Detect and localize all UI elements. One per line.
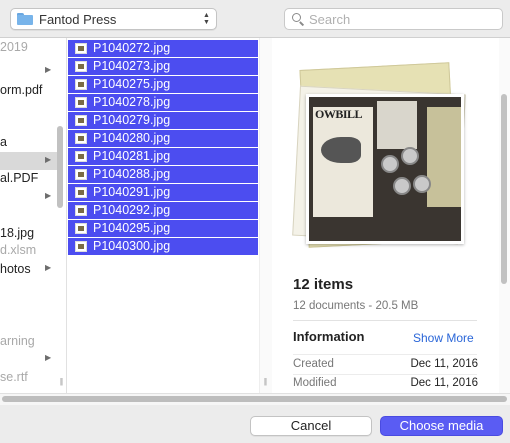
selection-summary: 12 documents - 20.5 MB: [293, 300, 419, 312]
selection-count: 12 items: [293, 276, 354, 293]
file-name: P1040279.jpg: [93, 113, 171, 127]
file-name: P1040291.jpg: [93, 185, 171, 199]
parent-column-item[interactable]: d.xlsm: [0, 241, 54, 259]
cancel-button[interactable]: Cancel: [250, 416, 372, 436]
file-name: P1040273.jpg: [93, 59, 171, 73]
chevron-right-icon: ▶: [45, 191, 52, 200]
file-row[interactable]: P1040291.jpg: [68, 184, 258, 201]
file-name: P1040292.jpg: [93, 203, 171, 217]
parent-column-item-label: d.xlsm: [0, 243, 37, 257]
file-name: P1040281.jpg: [93, 149, 171, 163]
file-row[interactable]: P1040280.jpg: [68, 130, 258, 147]
files-column-scrollbar[interactable]: [259, 38, 272, 393]
horizontal-scroll-thumb[interactable]: [2, 396, 507, 402]
parent-column-item[interactable]: arning: [0, 332, 54, 350]
location-popup[interactable]: Fantod Press ▲ ▼: [10, 8, 217, 30]
information-heading: Information: [293, 329, 365, 344]
parent-column-item-label: hotos: [0, 262, 31, 276]
chevron-right-icon: ▶: [45, 263, 52, 272]
file-name: P1040288.jpg: [93, 167, 171, 181]
chevron-right-icon: ▶: [45, 155, 52, 164]
file-row[interactable]: P1040275.jpg: [68, 76, 258, 93]
parent-column-item[interactable]: al.PDF: [0, 169, 54, 187]
file-row[interactable]: P1040300.jpg: [68, 238, 258, 255]
modified-value: Dec 11, 2016: [410, 377, 478, 389]
preview-photo-front: OWBILL: [306, 94, 464, 244]
parent-column-item-label: se.rtf: [0, 370, 28, 384]
parent-column-item-label: 2019: [0, 40, 28, 54]
created-value: Dec 11, 2016: [410, 358, 478, 370]
image-file-icon: [75, 151, 87, 162]
parent-column-item[interactable]: orm.pdf: [0, 81, 54, 99]
file-browser: 2019 ▶ orm.pdf a ▶ al.PDF ▶ 18.jpg d.xlsm hotos ▶ a…: [0, 38, 510, 393]
preview-pane: OWBILL 12 items 12 documents - 20.5 MB I…: [273, 38, 510, 393]
preview-photo-caption: OWBILL: [315, 107, 363, 121]
file-row[interactable]: P1040272.jpg: [68, 40, 258, 57]
folder-icon: [17, 13, 33, 25]
parent-column-item[interactable]: se.rtf: [0, 368, 54, 386]
location-label: Fantod Press: [39, 11, 117, 27]
left-column-scrollbar[interactable]: [57, 126, 63, 208]
horizontal-scrollbar[interactable]: [0, 393, 510, 405]
image-file-icon: [75, 79, 87, 90]
modified-label: Modified: [293, 377, 337, 389]
image-file-icon: [75, 133, 87, 144]
search-field[interactable]: [284, 8, 503, 30]
file-row[interactable]: P1040288.jpg: [68, 166, 258, 183]
parent-column[interactable]: 2019 ▶ orm.pdf a ▶ al.PDF ▶ 18.jpg d.xlsm hotos ▶ a…: [0, 38, 67, 393]
divider: [293, 374, 477, 375]
parent-column-item[interactable]: 18.jpg: [0, 224, 54, 242]
image-file-icon: [75, 223, 87, 234]
toolbar: Fantod Press ▲ ▼: [0, 0, 510, 38]
parent-column-item[interactable]: 2019: [0, 38, 54, 56]
file-name: P1040275.jpg: [93, 77, 171, 91]
created-label: Created: [293, 358, 334, 370]
preview-thumbnail-stack: OWBILL: [292, 60, 472, 250]
file-row[interactable]: P1040279.jpg: [68, 112, 258, 129]
parent-column-item-label: arning: [0, 334, 35, 348]
column-resize-handle[interactable]: ||: [261, 377, 269, 386]
parent-column-item-label: a: [0, 135, 7, 149]
parent-column-item-label: al.PDF: [0, 171, 39, 185]
file-name: P1040280.jpg: [93, 131, 171, 145]
image-file-icon: [75, 169, 87, 180]
image-file-icon: [75, 115, 87, 126]
file-name: P1040295.jpg: [93, 221, 171, 235]
file-row[interactable]: P1040281.jpg: [68, 148, 258, 165]
parent-column-item-label: 18.jpg: [0, 226, 35, 240]
image-file-icon: [75, 187, 87, 198]
search-input[interactable]: [309, 11, 489, 27]
image-file-icon: [75, 43, 87, 54]
file-row[interactable]: P1040292.jpg: [68, 202, 258, 219]
show-more-link[interactable]: Show More: [413, 331, 474, 345]
parent-column-item-label: orm.pdf: [0, 83, 43, 97]
parent-column-item[interactable]: a: [0, 133, 54, 151]
image-file-icon: [75, 61, 87, 72]
file-name: P1040272.jpg: [93, 41, 171, 55]
image-file-icon: [75, 97, 87, 108]
divider: [293, 320, 477, 321]
file-row[interactable]: P1040295.jpg: [68, 220, 258, 237]
file-row[interactable]: P1040278.jpg: [68, 94, 258, 111]
chevron-right-icon: ▶: [45, 65, 52, 74]
image-file-icon: [75, 241, 87, 252]
chevron-right-icon: ▶: [45, 353, 52, 362]
file-row[interactable]: P1040273.jpg: [68, 58, 258, 75]
files-column[interactable]: P1040272.jpg P1040273.jpg P1040275.jpg P104…: [68, 38, 272, 393]
file-name: P1040278.jpg: [93, 95, 171, 109]
choose-media-button[interactable]: Choose media: [380, 416, 503, 436]
file-name: P1040300.jpg: [93, 239, 171, 253]
divider: [293, 354, 477, 355]
chevron-updown-icon: ▲ ▼: [203, 12, 210, 26]
search-icon: [292, 13, 305, 26]
column-resize-handle[interactable]: ||: [57, 377, 65, 386]
image-file-icon: [75, 205, 87, 216]
preview-scroll-thumb[interactable]: [501, 94, 507, 284]
